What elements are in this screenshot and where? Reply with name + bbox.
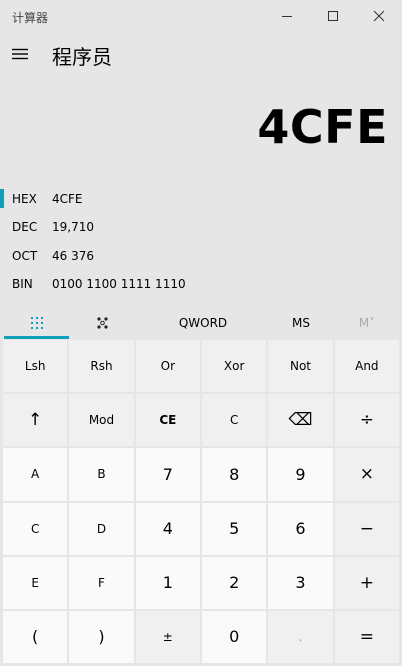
hex-d-button[interactable]: D	[69, 502, 134, 555]
result-display: 4CFE	[257, 100, 388, 154]
clear-entry-button[interactable]: CE	[135, 394, 200, 447]
lsh-button[interactable]: Lsh	[3, 340, 68, 393]
hex-a-button[interactable]: A	[3, 448, 68, 501]
digit-0-button[interactable]: 0	[202, 610, 267, 663]
maximize-button[interactable]	[310, 0, 356, 32]
hex-f-button[interactable]: F	[69, 556, 134, 609]
radix-row-dec[interactable]: DEC 19,710	[0, 214, 402, 240]
minimize-icon	[282, 16, 292, 17]
divide-button[interactable]: ÷	[334, 394, 399, 447]
digit-6-button[interactable]: 6	[268, 502, 333, 555]
radix-row-bin[interactable]: BIN 0100 1100 1111 1110	[0, 271, 402, 297]
radix-label: BIN	[12, 277, 33, 291]
radix-value: 4CFE	[52, 192, 83, 206]
minimize-button[interactable]	[264, 0, 310, 32]
equals-button[interactable]: =	[334, 610, 399, 663]
add-button[interactable]: +	[334, 556, 399, 609]
hex-c-button[interactable]: C	[3, 502, 68, 555]
digit-5-button[interactable]: 5	[202, 502, 267, 555]
xor-button[interactable]: Xor	[202, 340, 267, 393]
navigation-menu-button[interactable]	[12, 46, 28, 60]
rsh-button[interactable]: Rsh	[69, 340, 134, 393]
radix-value: 0100 1100 1111 1110	[52, 277, 186, 291]
digit-4-button[interactable]: 4	[135, 502, 200, 555]
radix-row-hex[interactable]: HEX 4CFE	[0, 186, 402, 212]
radix-value: 46 376	[52, 249, 94, 263]
hex-e-button[interactable]: E	[3, 556, 68, 609]
multiply-button[interactable]: ×	[334, 448, 399, 501]
radix-label: HEX	[12, 192, 37, 206]
radix-label: OCT	[12, 249, 38, 263]
active-tab-underline	[4, 336, 69, 339]
app-title: 计算器	[12, 11, 49, 25]
digit-7-button[interactable]: 7	[135, 448, 200, 501]
negate-button[interactable]: ±	[135, 610, 200, 663]
and-button[interactable]: And	[334, 340, 399, 393]
close-button[interactable]	[356, 0, 402, 32]
digit-8-button[interactable]: 8	[202, 448, 267, 501]
memory-store-button[interactable]: MS	[268, 307, 334, 339]
tab-full-keypad[interactable]	[4, 307, 69, 339]
radix-label: DEC	[12, 220, 38, 234]
digit-3-button[interactable]: 3	[268, 556, 333, 609]
maximize-icon	[328, 11, 338, 21]
open-paren-button[interactable]: (	[3, 610, 68, 663]
bit-toggle-icon	[96, 317, 108, 329]
title-bar: 计算器	[0, 0, 402, 32]
backspace-button[interactable]: ⌫	[268, 394, 333, 447]
digit-9-button[interactable]: 9	[268, 448, 333, 501]
close-paren-button[interactable]: )	[69, 610, 134, 663]
shift-up-button[interactable]: ↑	[3, 394, 68, 447]
keypad-tabs: QWORD MS M˅	[0, 307, 402, 339]
close-icon	[373, 10, 385, 22]
digit-1-button[interactable]: 1	[135, 556, 200, 609]
digit-2-button[interactable]: 2	[202, 556, 267, 609]
radix-row-oct[interactable]: OCT 46 376	[0, 243, 402, 269]
subtract-button[interactable]: −	[334, 502, 399, 555]
tab-bit-toggle[interactable]	[70, 307, 135, 339]
keypad-grid-icon	[30, 317, 43, 329]
mode-title: 程序员	[52, 45, 112, 69]
or-button[interactable]: Or	[135, 340, 200, 393]
hamburger-icon	[12, 48, 28, 60]
app-header: 程序员	[0, 32, 402, 76]
mod-button[interactable]: Mod	[69, 394, 134, 447]
decimal-button[interactable]: .	[268, 610, 333, 663]
hex-b-button[interactable]: B	[69, 448, 134, 501]
keypad: Lsh Rsh Or Xor Not And ↑ Mod CE C ⌫ ÷ A …	[3, 340, 399, 663]
radix-value: 19,710	[52, 220, 94, 234]
not-button[interactable]: Not	[268, 340, 333, 393]
active-radix-indicator	[0, 189, 4, 208]
clear-button[interactable]: C	[202, 394, 267, 447]
word-size-button[interactable]: QWORD	[170, 307, 236, 339]
memory-recall-button[interactable]: M˅	[334, 307, 400, 339]
